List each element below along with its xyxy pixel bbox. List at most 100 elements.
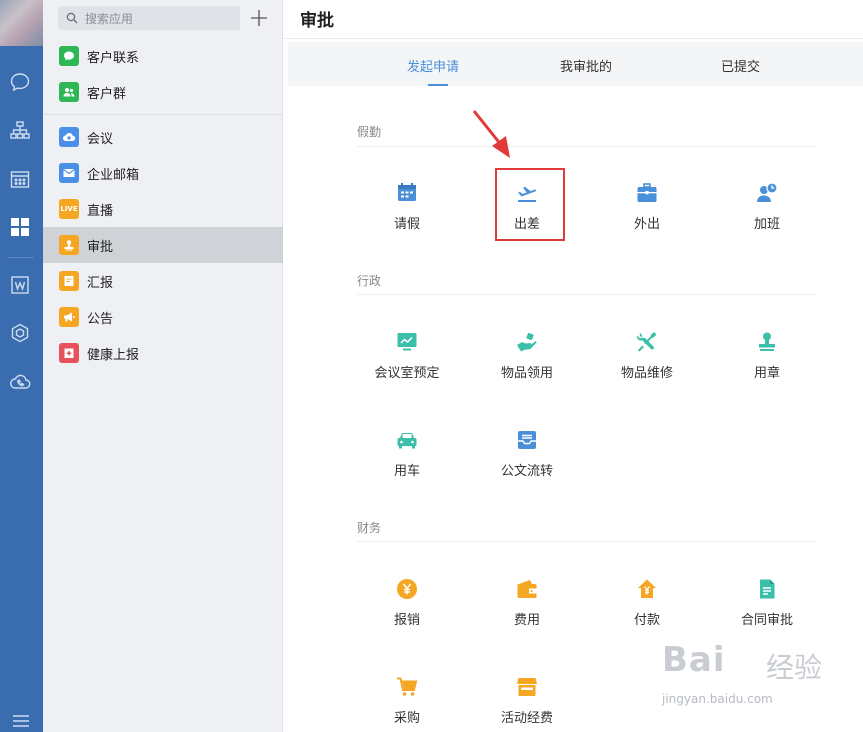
app-item-customer-group[interactable]: 客户群: [43, 74, 283, 110]
medical-icon: [59, 343, 79, 363]
wallet-icon: [515, 577, 539, 601]
inbox-icon: [515, 428, 539, 452]
approval-item-label: 公文流转: [500, 464, 553, 479]
app-item-meeting[interactable]: 会议: [43, 119, 283, 155]
avatar[interactable]: [0, 0, 43, 46]
watermark-cn: 经验: [766, 651, 823, 684]
app-item-report[interactable]: 汇报: [43, 263, 283, 299]
menu-icon[interactable]: [10, 710, 32, 732]
approval-item-label: 请假: [393, 217, 420, 232]
car-icon: [395, 428, 419, 452]
app-item-customer-contact[interactable]: 客户联系: [43, 38, 283, 74]
yen-house-icon: [635, 577, 659, 601]
app-item-announcement[interactable]: 公告: [43, 299, 283, 335]
message-icon[interactable]: [9, 71, 31, 93]
section-title-finance: 财务: [357, 521, 382, 535]
mail-icon: [59, 163, 79, 183]
approval-item-outing[interactable]: 外出: [597, 181, 697, 241]
app-label: 审批: [87, 239, 114, 255]
cart-icon: [395, 675, 419, 699]
rail-divider: [8, 257, 34, 258]
app-label: 客户群: [87, 86, 127, 102]
shop-icon: [515, 675, 539, 699]
app-label: 企业邮箱: [87, 167, 140, 183]
tab-my-approvals[interactable]: 我审批的: [560, 56, 612, 75]
approval-item-meeting-room[interactable]: 会议室预定: [357, 330, 457, 390]
workbench-icon[interactable]: [9, 216, 31, 238]
search-icon: [66, 12, 78, 24]
approval-item-label: 物品领用: [500, 366, 553, 381]
approval-item-payment[interactable]: 付款: [597, 577, 697, 637]
tab-submitted[interactable]: 已提交: [721, 56, 760, 75]
approval-item-item-repair[interactable]: 物品维修: [597, 330, 697, 390]
watermark-url: jingyan.baidu.com: [662, 692, 773, 706]
highlight-box: [495, 168, 565, 241]
seal-icon: [755, 330, 779, 354]
tab-initiate[interactable]: 发起申请: [407, 56, 459, 75]
calendar-icon: [395, 181, 419, 205]
approval-item-label: 合同审批: [740, 613, 793, 628]
approval-item-vehicle[interactable]: 用车: [357, 428, 457, 488]
page-title: 审批: [300, 11, 334, 31]
section-title-admin: 行政: [357, 274, 382, 288]
org-chart-icon[interactable]: [9, 119, 31, 141]
approval-item-label: 会议室预定: [374, 366, 440, 381]
approval-item-label: 付款: [633, 613, 660, 628]
approval-item-reimbursement[interactable]: 报销: [357, 577, 457, 637]
app-list-panel: 搜索应用 客户联系 客户群 会议 企业邮箱 LIVE 直播 审批 汇报 公告 健…: [43, 0, 283, 732]
document-icon: [755, 577, 779, 601]
watermark-logo: Bai: [662, 640, 726, 680]
approval-item-label: 物品维修: [620, 366, 673, 381]
approval-item-activity-funds[interactable]: 活动经费: [477, 675, 577, 732]
approval-item-label: 用章: [753, 366, 780, 381]
app-label: 会议: [87, 131, 114, 147]
tab-bar: 发起申请 我审批的 已提交: [288, 42, 863, 86]
search-placeholder: 搜索应用: [85, 11, 134, 26]
add-icon[interactable]: [249, 8, 269, 28]
briefcase-icon: [635, 181, 659, 205]
nav-rail: [0, 0, 43, 732]
section-divider: [357, 541, 817, 542]
app-item-approval[interactable]: 审批: [43, 227, 283, 263]
approval-item-purchase[interactable]: 采购: [357, 675, 457, 732]
approval-item-item-requisition[interactable]: 物品领用: [477, 330, 577, 390]
report-icon: [59, 271, 79, 291]
approval-item-label: 外出: [633, 217, 660, 232]
red-arrow-annotation: [472, 110, 510, 158]
approval-item-seal[interactable]: 用章: [717, 330, 817, 390]
doc-w-icon[interactable]: [9, 274, 31, 296]
app-item-live[interactable]: LIVE 直播: [43, 191, 283, 227]
approval-item-label: 活动经费: [500, 711, 553, 726]
approval-item-expense[interactable]: 费用: [477, 577, 577, 637]
phone-cloud-icon[interactable]: [9, 371, 31, 393]
section-divider: [357, 294, 817, 295]
approval-item-document-flow[interactable]: 公文流转: [477, 428, 577, 488]
live-icon: LIVE: [59, 199, 79, 219]
app-label: 汇报: [87, 275, 114, 291]
calendar-rail-icon[interactable]: [9, 168, 31, 190]
hand-item-icon: [515, 330, 539, 354]
approval-item-label: 用车: [393, 464, 420, 479]
app-window: 搜索应用 客户联系 客户群 会议 企业邮箱 LIVE 直播 审批 汇报 公告 健…: [0, 0, 863, 732]
app-item-health[interactable]: 健康上报: [43, 335, 283, 371]
app-item-mail[interactable]: 企业邮箱: [43, 155, 283, 191]
cube-icon[interactable]: [9, 322, 31, 344]
baidu-jingyan-watermark: Bai 经验 jingyan.baidu.com: [662, 640, 852, 720]
meeting-room-icon: [395, 330, 419, 354]
approval-item-contract[interactable]: 合同审批: [717, 577, 817, 637]
approval-item-leave[interactable]: 请假: [357, 181, 457, 241]
live-badge: LIVE: [60, 205, 78, 213]
approval-item-label: 费用: [513, 613, 540, 628]
approval-item-overtime[interactable]: 加班: [717, 181, 817, 241]
title-divider: [284, 38, 863, 39]
cloud-icon: [59, 127, 79, 147]
approval-item-label: 采购: [393, 711, 420, 726]
app-label: 客户联系: [87, 50, 140, 66]
approval-item-label: 加班: [753, 217, 780, 232]
group-icon: [59, 82, 79, 102]
chat-icon: [59, 46, 79, 66]
search-input[interactable]: 搜索应用: [58, 6, 240, 30]
app-label: 健康上报: [87, 347, 140, 363]
approval-main: 审批 发起申请 我审批的 已提交 假勤 请假 出差 外出 加班 行政 会议室预定…: [284, 0, 863, 732]
section-title-attendance: 假勤: [357, 125, 382, 139]
